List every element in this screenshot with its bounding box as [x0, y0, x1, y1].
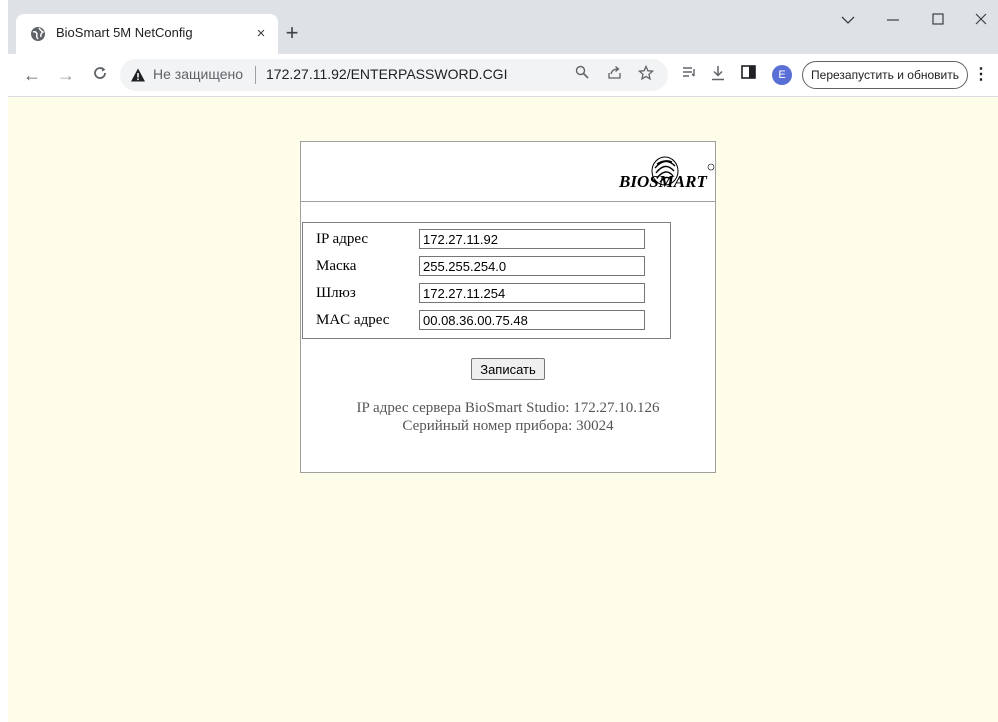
- mask-label: Маска: [316, 258, 357, 274]
- form-row-mask: Маска: [303, 255, 670, 279]
- url-text[interactable]: 172.27.11.92/ENTERPASSWORD.CGI: [266, 66, 507, 82]
- save-button[interactable]: Записать: [471, 358, 545, 380]
- ip-label: IP адрес: [316, 231, 369, 247]
- minimize-icon[interactable]: [878, 8, 908, 34]
- tab-search-icon[interactable]: [833, 8, 863, 34]
- share-icon[interactable]: [604, 65, 624, 85]
- security-label[interactable]: Не защищено: [153, 66, 243, 82]
- browser-tab[interactable]: BioSmart 5M NetConfig ×: [16, 14, 278, 54]
- gateway-input[interactable]: [419, 283, 645, 303]
- reload-icon[interactable]: [88, 63, 112, 87]
- address-bar[interactable]: Не защищено 172.27.11.92/ENTERPASSWORD.C…: [120, 59, 668, 91]
- new-tab-button[interactable]: +: [280, 22, 304, 46]
- forward-icon[interactable]: →: [54, 63, 78, 87]
- config-panel: BIOSMART IP адрес Маска Шлюз: [300, 141, 716, 473]
- panel-header: BIOSMART: [301, 142, 715, 202]
- close-window-icon[interactable]: [966, 8, 996, 34]
- browser-toolbar: ← → Не защищено 172.27.11.92/ENTERPASSWO…: [8, 54, 998, 97]
- reading-list-icon[interactable]: [680, 65, 700, 85]
- mac-address-input[interactable]: [419, 310, 645, 330]
- form-row-gateway: Шлюз: [303, 282, 670, 306]
- tab-title: BioSmart 5M NetConfig: [56, 25, 193, 40]
- biosmart-logo: BIOSMART: [618, 156, 715, 191]
- page-content: BIOSMART IP адрес Маска Шлюз: [8, 97, 998, 722]
- side-panel-icon[interactable]: [738, 65, 758, 85]
- browser-menu-icon[interactable]: ⋮: [970, 63, 992, 87]
- server-ip-info: IP адрес сервера BioSmart Studio: 172.27…: [356, 400, 660, 416]
- warning-icon[interactable]: [130, 67, 146, 83]
- ip-address-input[interactable]: [419, 229, 645, 249]
- logo-text: BIOSMART: [618, 172, 707, 191]
- profile-avatar[interactable]: E: [772, 65, 792, 85]
- serial-number-info: Серийный номер прибора: 30024: [402, 418, 614, 434]
- back-icon[interactable]: ←: [20, 63, 44, 87]
- star-icon[interactable]: [636, 64, 656, 85]
- relaunch-update-button[interactable]: Перезапустить и обновить: [802, 61, 968, 89]
- browser-window: BioSmart 5M NetConfig × + ← → Не защищен…: [8, 0, 998, 722]
- form-row-mac: MAC адрес: [303, 309, 670, 333]
- tab-strip: BioSmart 5M NetConfig × +: [8, 0, 998, 54]
- mask-input[interactable]: [419, 256, 645, 276]
- window-frame-edge: [0, 0, 8, 722]
- omnibox-separator: [255, 66, 256, 84]
- mac-label: MAC адрес: [316, 312, 390, 328]
- form-row-ip: IP адрес: [303, 228, 670, 252]
- download-icon[interactable]: [708, 65, 728, 85]
- globe-icon: [30, 26, 46, 42]
- gateway-label: Шлюз: [316, 285, 356, 301]
- network-settings-form: IP адрес Маска Шлюз MAC адрес: [302, 222, 671, 339]
- search-icon[interactable]: [572, 65, 592, 85]
- maximize-icon[interactable]: [923, 8, 953, 34]
- tab-close-icon[interactable]: ×: [250, 23, 272, 45]
